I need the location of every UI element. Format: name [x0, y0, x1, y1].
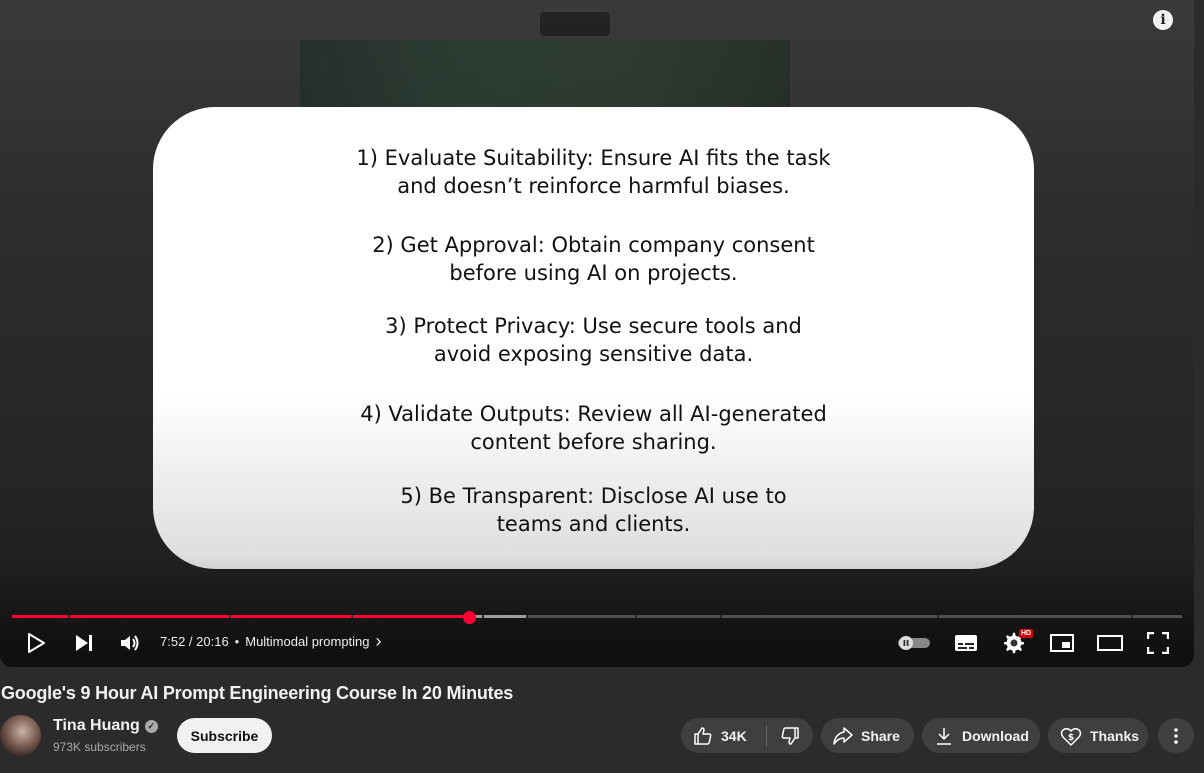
chapter-marker: [1131, 615, 1133, 618]
background-camera: [540, 12, 610, 36]
thanks-heart-icon: $: [1060, 727, 1082, 746]
theater-icon: [1097, 635, 1123, 651]
like-button[interactable]: 34K: [681, 726, 754, 746]
chapter-marker: [482, 615, 484, 618]
video-slide: 1) Evaluate Suitability: Ensure AI fits …: [153, 107, 1034, 569]
fullscreen-button[interactable]: [1144, 628, 1172, 658]
miniplayer-icon: [1050, 634, 1074, 652]
chapter-marker: [526, 615, 528, 618]
info-icon[interactable]: i: [1153, 10, 1173, 30]
progress-played: [12, 615, 470, 618]
chapter-marker: [720, 615, 722, 618]
thumbs-up-icon: [694, 726, 712, 745]
share-label: Share: [861, 727, 900, 744]
chapter-marker: [68, 615, 70, 618]
hd-badge: HD: [1019, 629, 1034, 638]
chevron-right-icon: ›: [375, 631, 382, 651]
subtitles-icon: [955, 635, 977, 651]
slide-item: 5) Be Transparent: Disclose AI use to te…: [400, 484, 787, 536]
fullscreen-icon: [1147, 632, 1169, 654]
subscribe-button[interactable]: Subscribe: [177, 718, 272, 753]
download-icon: [937, 727, 951, 745]
more-icon: [1174, 727, 1178, 744]
miniplayer-button[interactable]: [1048, 628, 1076, 658]
thumbs-down-icon: [781, 726, 799, 745]
theater-mode-button[interactable]: [1096, 628, 1124, 658]
chapter-marker: [351, 615, 353, 618]
autoplay-toggle[interactable]: [896, 628, 932, 658]
verified-icon: ✓: [144, 719, 158, 733]
mute-button[interactable]: [116, 628, 144, 658]
subtitles-button[interactable]: [952, 628, 980, 658]
like-count: 34K: [721, 727, 747, 744]
dislike-button[interactable]: [767, 726, 813, 746]
slide-item: 3) Protect Privacy: Use secure tools and…: [385, 314, 802, 366]
video-title: Google's 9 Hour AI Prompt Engineering Co…: [1, 683, 514, 703]
channel-avatar[interactable]: [0, 715, 41, 756]
download-label: Download: [962, 727, 1029, 744]
play-icon: [28, 633, 45, 653]
slide-item: 2) Get Approval: Obtain company consent …: [372, 233, 815, 285]
slide-item: 1) Evaluate Suitability: Ensure AI fits …: [356, 146, 831, 198]
time-display: 7:52 / 20:16: [160, 634, 229, 649]
progress-bar[interactable]: [12, 615, 1182, 618]
volume-icon: [121, 635, 139, 651]
chapter-separator: •: [234, 634, 240, 649]
like-dislike-group: 34K: [681, 718, 813, 753]
svg-text:$: $: [1068, 733, 1074, 743]
channel-name[interactable]: Tina Huang: [53, 717, 140, 735]
time-and-chapter[interactable]: 7:52 / 20:16 • Multimodal prompting ›: [160, 631, 382, 651]
chapter-marker: [937, 615, 939, 618]
channel-name-row[interactable]: Tina Huang ✓: [53, 717, 158, 735]
next-icon: [76, 635, 92, 651]
video-player[interactable]: 1) Evaluate Suitability: Ensure AI fits …: [0, 0, 1194, 667]
chapter-marker: [635, 615, 637, 618]
next-button[interactable]: [70, 628, 98, 658]
subscriber-count: 973K subscribers: [53, 740, 146, 754]
more-actions-button[interactable]: [1158, 718, 1194, 753]
chapter-marker: [229, 615, 231, 618]
share-icon: [833, 726, 853, 745]
download-button[interactable]: Download: [922, 718, 1040, 753]
autoplay-toggle-icon: [898, 636, 930, 650]
share-button[interactable]: Share: [821, 718, 914, 753]
slide-item: 4) Validate Outputs: Review all AI-gener…: [360, 402, 827, 454]
play-button[interactable]: [22, 628, 50, 658]
thanks-button[interactable]: $ Thanks: [1048, 718, 1148, 753]
chapter-title[interactable]: Multimodal prompting: [245, 634, 369, 649]
thanks-label: Thanks: [1090, 727, 1140, 744]
